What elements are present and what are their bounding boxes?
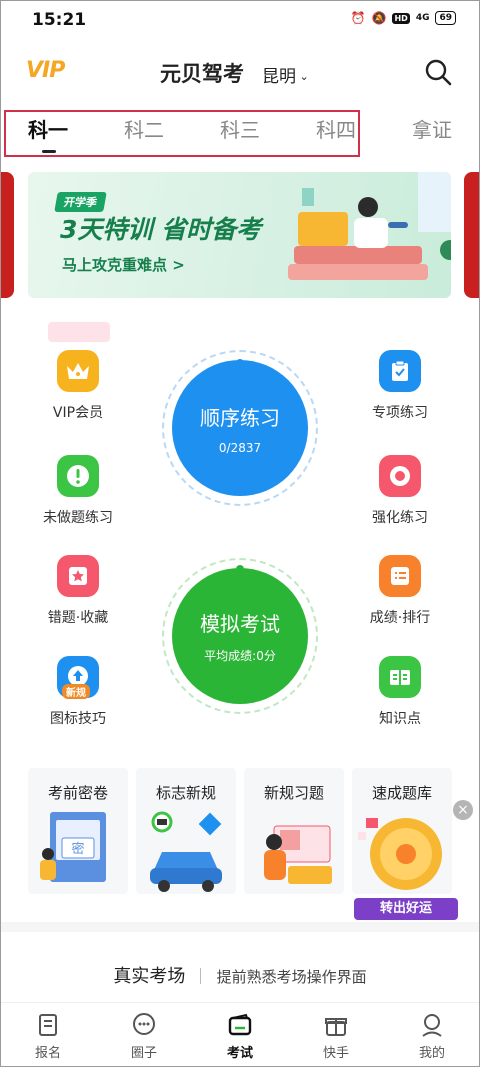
chat-bubble-icon — [133, 1013, 155, 1035]
mock-exam-average: 平均成绩:0分 — [204, 649, 276, 663]
banner-prev-peek[interactable] — [0, 172, 14, 298]
book-stack-illustration — [264, 825, 332, 884]
banner-tag: 开学季 — [54, 192, 107, 212]
real-exam-subtitle: 提前熟悉考场操作界面 — [216, 968, 367, 986]
score-rank-button[interactable]: 成绩·排行 — [340, 555, 460, 627]
nav-exam[interactable]: 考试 — [192, 1011, 288, 1061]
document-icon — [39, 1014, 57, 1036]
quick-cards: 考前密卷 密 标志新规 新规习题 速成题库 — [28, 768, 452, 894]
car-illustration — [150, 811, 222, 892]
city-selector[interactable]: 昆明 ⌄ — [262, 62, 309, 87]
vip-logo[interactable]: VIP — [26, 58, 65, 83]
tab-indicator — [42, 150, 56, 153]
promo-banner[interactable]: 开学季 3天特训 省时备考 马上攻克重难点 > — [28, 172, 451, 298]
wallet-icon — [228, 1013, 252, 1036]
app-header: VIP 元贝驾考 昆明 ⌄ — [0, 44, 480, 100]
page-title: 元贝驾考 — [160, 62, 244, 86]
vip-promo-tag — [48, 322, 110, 342]
tab-subject-3[interactable]: 科三 — [220, 114, 260, 143]
nav-profile[interactable]: 我的 — [384, 1011, 480, 1061]
tab-license[interactable]: 拿证 — [412, 114, 452, 143]
status-time: 15:21 — [32, 10, 87, 30]
tab-subject-4[interactable]: 科四 — [316, 114, 356, 143]
knowledge-label: 知识点 — [379, 711, 421, 727]
chevron-down-icon: ⌄ — [296, 70, 309, 83]
banner-subline: 马上攻克重难点 > — [62, 256, 185, 274]
separator — [200, 968, 202, 984]
banner-illustration — [288, 172, 451, 280]
clipboard-icon — [379, 350, 421, 392]
banner-headline: 3天特训 省时备考 — [60, 215, 262, 244]
nav-kuaishou[interactable]: 快手 — [288, 1011, 384, 1061]
card-title: 速成题库 — [371, 784, 432, 802]
star-icon — [57, 555, 99, 597]
banner-next-peek[interactable] — [464, 172, 480, 298]
knowledge-button[interactable]: 知识点 — [340, 656, 460, 728]
section-divider — [0, 922, 480, 932]
wrong-favorites-button[interactable]: 错题·收藏 — [18, 555, 138, 627]
search-icon[interactable] — [424, 58, 452, 86]
sequential-practice-progress: 0/2837 — [218, 440, 262, 455]
nav-signup[interactable]: 报名 — [0, 1011, 96, 1061]
sequential-practice-button[interactable]: 顺序练习 0/2837 — [172, 360, 308, 496]
lucky-spin-label: 转出好运 — [379, 901, 432, 916]
special-practice-label: 专项练习 — [372, 405, 428, 421]
strengthen-practice-button[interactable]: 强化练习 — [340, 455, 460, 527]
lucky-wheel-icon — [358, 818, 442, 890]
nav-kuaishou-label: 快手 — [322, 1046, 349, 1061]
alarm-icon: ⏰ — [350, 11, 366, 25]
vip-member-button[interactable]: VIP会员 — [18, 350, 138, 422]
undone-practice-button[interactable]: 未做题练习 — [18, 455, 138, 527]
mock-exam-title: 模拟考试 — [200, 612, 280, 636]
nav-profile-label: 我的 — [418, 1046, 445, 1061]
secret-paper-illustration: 密 — [40, 812, 106, 882]
special-practice-button[interactable]: 专项练习 — [340, 350, 460, 422]
secret-label: 密 — [71, 841, 84, 857]
score-rank-label: 成绩·排行 — [369, 610, 431, 626]
vip-member-label: VIP会员 — [52, 405, 104, 421]
status-bar: 15:21 ⏰ 🔕 HD 4G 69 — [0, 0, 480, 40]
battery-icon: 69 — [435, 11, 456, 25]
signal-icon: 4G — [415, 13, 430, 23]
tab-subject-1[interactable]: 科一 — [28, 114, 68, 143]
icon-skill-button[interactable]: 新规 图标技巧 — [18, 656, 138, 728]
city-label: 昆明 — [262, 67, 296, 87]
subject-tabs: 科一 科二 科三 科四 拿证 — [0, 106, 480, 154]
mute-icon: 🔕 — [371, 11, 387, 25]
tab-subject-2[interactable]: 科二 — [124, 114, 164, 143]
mock-exam-button[interactable]: 模拟考试 平均成绩:0分 — [172, 568, 308, 704]
card-exam-secret[interactable]: 考前密卷 密 — [28, 768, 128, 894]
crown-icon — [57, 350, 99, 392]
sequential-practice-title: 顺序练习 — [200, 405, 280, 430]
user-icon — [422, 1014, 442, 1037]
card-quick-question-bank[interactable]: 速成题库 — [352, 768, 452, 894]
lucky-spin-button[interactable]: 转出好运 — [354, 898, 458, 920]
card-new-rule-exercises[interactable]: 新规习题 — [244, 768, 344, 894]
nav-circle[interactable]: 圈子 — [96, 1011, 192, 1061]
undone-practice-label: 未做题练习 — [43, 510, 113, 526]
card-title: 新规习题 — [263, 784, 324, 802]
wrong-favorites-label: 错题·收藏 — [47, 610, 109, 626]
nav-exam-label: 考试 — [226, 1046, 253, 1061]
real-exam-title: 真实考场 — [113, 966, 186, 987]
card-title: 标志新规 — [155, 784, 216, 802]
new-rule-tag: 新规 — [62, 684, 90, 699]
card-title: 考前密卷 — [47, 784, 108, 802]
nav-circle-label: 圈子 — [130, 1046, 157, 1061]
strengthen-practice-label: 强化练习 — [372, 510, 428, 526]
bottom-nav: 报名 圈子 考试 快手 我的 — [0, 1002, 480, 1067]
real-exam-section[interactable]: 真实考场 提前熟悉考场操作界面 — [0, 962, 480, 988]
exclamation-icon — [57, 455, 99, 497]
close-icon[interactable]: × — [453, 800, 473, 820]
list-icon — [379, 555, 421, 597]
card-sign-rules[interactable]: 标志新规 — [136, 768, 236, 894]
nav-signup-label: 报名 — [34, 1046, 61, 1061]
hd-icon: HD — [392, 12, 410, 24]
book-icon — [379, 656, 421, 698]
target-icon — [379, 455, 421, 497]
icon-skill-label: 图标技巧 — [50, 711, 106, 727]
gift-icon — [325, 1018, 347, 1036]
